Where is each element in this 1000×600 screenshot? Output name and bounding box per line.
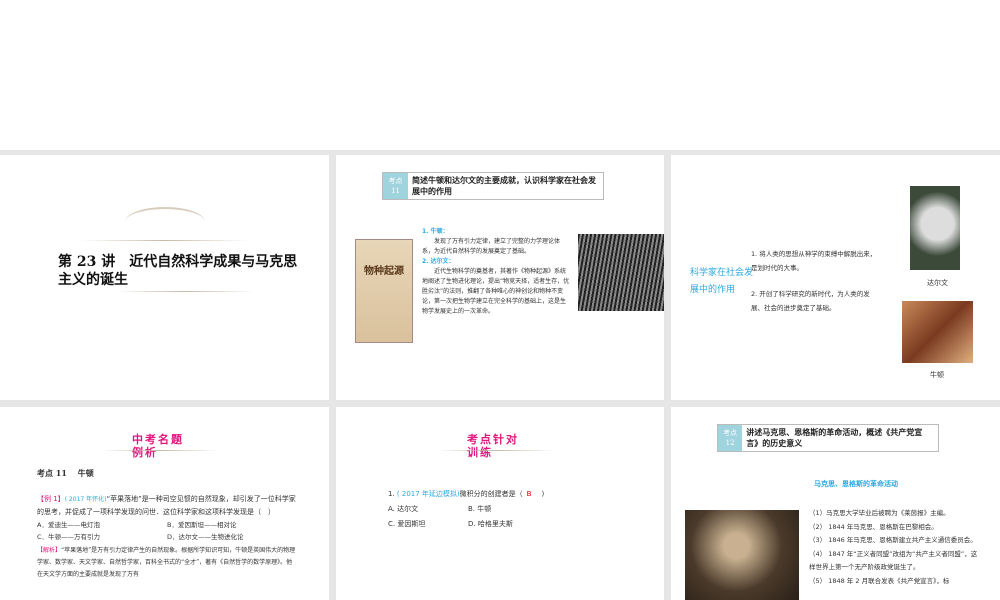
ornament-top-icon <box>125 207 205 237</box>
option-b: B. 牛顿 <box>468 505 492 513</box>
slide-thumbnail-3[interactable]: 科学家在社会发展中的作用 1. 将人类的思想从神学的束缚中解脱出来，是划时代的大… <box>671 155 1000 400</box>
kaodian-title: 讲述马克思、恩格斯的革命活动，概述《共产党宣言》的历史意义 <box>742 425 938 451</box>
option-c: C．牛顿——万有引力 <box>37 533 101 541</box>
example-block: 【例 1】( 2017 年怀化)“苹果落地”是一种司空见惯的自然现象，却引发了一… <box>37 493 297 581</box>
kaodian-title: 简述牛顿和达尔文的主要成就，认识科学家在社会发展中的作用 <box>408 173 603 199</box>
section-header: 中考名题 例析 <box>132 433 184 459</box>
slide-sorter: 第 23 讲 近代自然科学成果与马克思主义的诞生 考点 11 简述牛顿和达尔文的… <box>0 150 1000 600</box>
slide-title: 第 23 讲 近代自然科学成果与马克思主义的诞生 <box>58 254 298 288</box>
newton-painting-image <box>902 301 973 363</box>
question-block: 1. ( 2017 年延边模拟)微积分的创建者是（ B) A. 达尔文 B. 牛顿… <box>388 487 608 532</box>
option-d: D. 哈格里夫斯 <box>468 520 513 528</box>
slide-thumbnail-2[interactable]: 考点 11 简述牛顿和达尔文的主要成就，认识科学家在社会发展中的作用 物种起源 … <box>336 155 664 400</box>
text-block: 1. 牛顿： 发现了万有引力定律，建立了完整的力学理论体系，为近代自然科学的发展… <box>422 227 570 317</box>
list-item: （2） 1844 年马克思、恩格斯在巴黎相会。 <box>809 522 938 531</box>
option-c: C. 爱因斯坦 <box>388 520 426 528</box>
activity-list: （1）马克思大学毕业后被聘为《莱茵报》主编。 （2） 1844 年马克思、恩格斯… <box>809 507 981 588</box>
heading-newton: 1. 牛顿： <box>422 228 449 235</box>
paragraph-newton: 发现了万有引力定律，建立了完整的力学理论体系，为近代自然科学的发展奠定了基础。 <box>422 238 561 255</box>
section-header: 考点针对 训练 <box>467 433 519 459</box>
newton-engraving-image <box>578 234 664 311</box>
option-d: D．达尔文——生物进化论 <box>167 533 244 541</box>
slide-thumbnail-4[interactable]: 中考名题 例析 考点 11 牛顿 【例 1】( 2017 年怀化)“苹果落地”是一… <box>0 407 329 600</box>
header-line-1: 中考名题 <box>132 433 184 446</box>
list-item: （1）马克思大学毕业后被聘为《莱茵报》主编。 <box>809 509 950 517</box>
analysis-text: “苹果落地”是万有引力定律产生的自然现象。根据所学知识可知，牛顿是英国伟大的物理… <box>37 547 296 578</box>
slide-thumbnail-5[interactable]: 考点针对 训练 1. ( 2017 年延边模拟)微积分的创建者是（ B) A. 达尔… <box>336 407 664 600</box>
list-item: （3） 1846 年马克思、恩格斯建立共产主义通信委员会。 <box>809 536 977 544</box>
question-end: ) <box>541 490 545 498</box>
divider <box>80 240 250 241</box>
example-source: ( 2017 年怀化) <box>64 496 107 503</box>
kaodian-number: 考点 12 <box>718 425 743 451</box>
option-b: B．爱因斯坦——相对论 <box>167 521 237 529</box>
caption-darwin: 达尔文 <box>927 279 948 287</box>
question-number: 1. <box>388 490 395 498</box>
marx-engels-painting-image <box>685 510 799 600</box>
answer: B <box>526 490 532 498</box>
header-line-1: 考点针对 <box>467 433 519 446</box>
subtitle: 马克思、恩格斯的革命活动 <box>814 480 898 488</box>
kaodian-label: 考点 11 牛顿 <box>37 468 94 478</box>
text-block: 1. 将人类的思想从神学的束缚中解脱出来，是划时代的大事。 2. 开创了科学研究… <box>751 247 879 315</box>
point-1: 1. 将人类的思想从神学的束缚中解脱出来，是划时代的大事。 <box>751 250 877 272</box>
slide-thumbnail-1[interactable]: 第 23 讲 近代自然科学成果与马克思主义的诞生 <box>0 155 329 400</box>
kaodian-box: 考点 11 简述牛顿和达尔文的主要成就，认识科学家在社会发展中的作用 <box>382 172 604 200</box>
list-item: （5） 1848 年 2 月联合发表《共产党宣言》，标 <box>809 576 950 585</box>
example-label: 【例 1】 <box>37 495 65 503</box>
section-label: 科学家在社会发展中的作用 <box>690 268 754 295</box>
divider <box>115 291 255 292</box>
analysis-label: 【解析】 <box>37 547 62 554</box>
kaodian-box: 考点 12 讲述马克思、恩格斯的革命活动，概述《共产党宣言》的历史意义 <box>717 424 939 452</box>
header-line-2: 训练 <box>467 446 493 459</box>
header-line-2: 例析 <box>132 446 158 459</box>
slide-thumbnail-6[interactable]: 考点 12 讲述马克思、恩格斯的革命活动，概述《共产党宣言》的历史意义 马克思、… <box>671 407 1000 600</box>
option-a: A. 达尔文 <box>388 505 419 513</box>
question-text: 微积分的创建者是（ <box>459 490 523 498</box>
kaodian-number: 考点 11 <box>383 173 409 199</box>
question-source: ( 2017 年延边模拟) <box>396 490 460 498</box>
option-a: A．爱迪生——电灯泡 <box>37 521 100 529</box>
point-2: 2. 开创了科学研究的新时代，为人类的发展、社会的进步奠定了基础。 <box>751 290 870 312</box>
divider <box>436 450 556 451</box>
caption-newton: 牛顿 <box>930 371 944 379</box>
divider <box>100 450 220 451</box>
book-title: 物种起源 <box>364 266 404 277</box>
toolbar-area <box>0 0 1000 150</box>
paragraph-darwin: 近代生物科学的奠基者，其著作《物种起源》系统地阐述了生物进化理论，提出“物竞天择… <box>422 268 570 315</box>
list-item: （4） 1847 年“正义者同盟”改组为“共产主义者同盟”，这样世界上第一个无产… <box>809 549 978 572</box>
book-cover-image: 物种起源 <box>355 239 413 343</box>
darwin-portrait-image <box>910 186 960 270</box>
heading-darwin: 2. 达尔文： <box>422 258 455 265</box>
